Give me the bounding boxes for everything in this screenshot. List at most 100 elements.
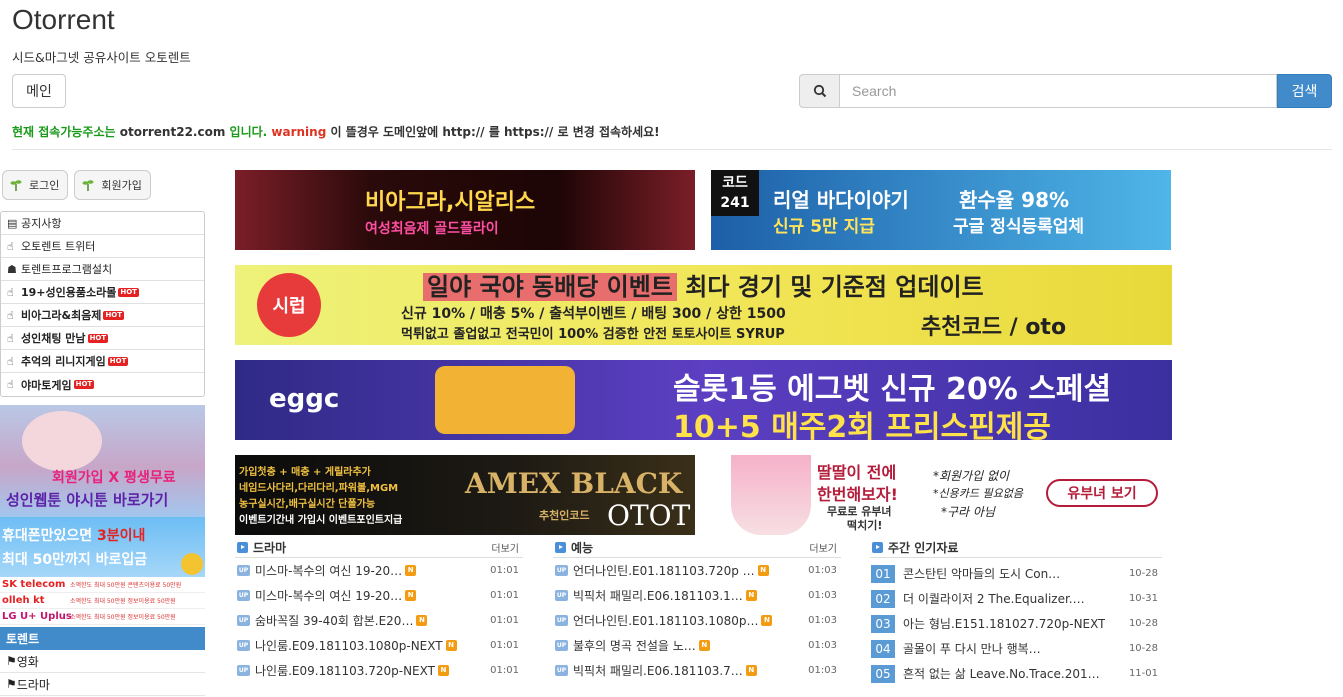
rank-badge: 05 <box>871 664 895 683</box>
list-item-date: 01:03 <box>808 590 837 601</box>
ad-line: 한번해보자! <box>817 485 898 504</box>
sidebar-menu-label: 성인채팅 만남 <box>21 332 86 345</box>
sidebar-menu-item[interactable]: ☝ 비아그라&최음제 HOT <box>1 304 204 327</box>
ad-banner-sea-story[interactable]: 코드 241 리얼 바다이야기 신규 5만 지급 환수율 98% 구글 정식등록업… <box>711 170 1171 250</box>
nav-item[interactable]: ⚑ 드라마 <box>0 673 205 696</box>
sidebar-menu-item[interactable]: ☝ 추억의 리니지게임 HOT <box>1 350 204 373</box>
sidebar-menu-item[interactable]: ▤ 공지사항 <box>1 212 204 235</box>
sidebar-menu-item[interactable]: ☝ 성인채팅 만남 HOT <box>1 327 204 350</box>
ad-line: 떡치기! <box>847 519 883 532</box>
ranked-list-item[interactable]: 02 더 이퀄라이저 2 The.Equalizer.… 10-31 <box>870 586 1162 611</box>
ad-banner-doll[interactable]: 딸딸이 전에 한번해보자! 무료로 유부녀 떡치기! *회원가입 없이 *신용카… <box>711 455 1171 535</box>
ad-banner-amex-black[interactable]: 가입첫충 + 매충 + 게릴라추가 네임드사다리,다리다리,파워볼,MGM 농구실시… <box>235 455 695 535</box>
play-square-icon <box>555 542 566 553</box>
flag-icon: ⚑ <box>6 654 17 668</box>
notice-text: 현재 접속가능주소는 <box>12 125 116 139</box>
new-badge: N <box>405 565 417 576</box>
sidebar-menu-label: 토렌트프로그램설치 <box>21 263 113 276</box>
ranked-list-item[interactable]: 05 흔적 없는 삶 Leave.No.Trace.201… 11-01 <box>870 661 1162 686</box>
sidebar-menu-label: 공지사항 <box>21 217 62 230</box>
search-button[interactable]: 검색 <box>1277 74 1332 108</box>
ranked-list-item[interactable]: 01 콘스탄틴 악마들의 도시 Con… 10-28 <box>870 561 1162 586</box>
ad-line: 리얼 바다이야기 <box>773 188 909 212</box>
list-item-date: 01:01 <box>490 640 519 651</box>
list-item-date: 01:01 <box>490 665 519 676</box>
thumb-icon: ☝ <box>7 354 14 368</box>
sidebar-menu-item[interactable]: ☗ 토렌트프로그램설치 <box>1 258 204 281</box>
list-item-date: 10-28 <box>1128 643 1158 654</box>
thumb-icon: ☝ <box>7 378 14 391</box>
more-link[interactable]: 더보기 <box>809 540 837 555</box>
list-item-date: 01:03 <box>808 640 837 651</box>
carrier-fine-print: 소액한도 최대 50만원 콘텐츠이용료 50만원 <box>70 582 182 589</box>
notice-text: 입니다. <box>229 125 268 139</box>
list-item-date: 10-31 <box>1128 593 1158 604</box>
ad-line: 추천인코드 <box>539 509 590 522</box>
ad-line: 성인웹툰 야시툰 바로가기 <box>6 491 169 509</box>
nav-item-torrent[interactable]: 토렌트 <box>0 627 205 650</box>
list-item[interactable]: UP 언더나인틴.E01.181103.720p … N 01:03 <box>553 558 841 583</box>
list-item-date: 10-28 <box>1128 568 1158 579</box>
ranked-list-item[interactable]: 03 아는 형님.E151.181027.720p-NEXT 10-28 <box>870 611 1162 636</box>
more-link[interactable]: 더보기 <box>491 540 519 555</box>
notice-http: http:// <box>442 125 485 139</box>
ad-banner-syrup[interactable]: 시럽 일야 국야 동배당 이벤트 최다 경기 및 기준점 업데이트 신규 10%… <box>235 265 1172 345</box>
list-title[interactable]: 예능 <box>571 539 593 556</box>
new-badge: N <box>745 590 757 601</box>
list-item[interactable]: UP 불후의 명곡 전설을 노… N 01:03 <box>553 633 841 658</box>
list-item-date: 10-28 <box>1128 618 1158 629</box>
ad-line: 먹튀없고 졸업없고 전국민이 100% 검증한 안전 토토사이트 SYRUP <box>401 327 785 342</box>
ad-line: 여성최음제 골드플라이 <box>365 221 499 237</box>
list-item-date: 01:03 <box>808 565 837 576</box>
list-item[interactable]: UP 빅픽처 패밀리.E06.181103.7… N 01:03 <box>553 658 841 683</box>
list-item-title: 언더나인틴.E01.181103.1080p… <box>573 614 759 628</box>
site-title[interactable]: Otorrent <box>12 4 115 36</box>
ad-banner-viagra[interactable]: 비아그라,시알리스 여성최음제 골드플라이 <box>235 170 695 250</box>
ranked-list-item[interactable]: 04 골몰이 푸 다시 만나 행복… 10-28 <box>870 636 1162 661</box>
webtoon-ad-banner[interactable]: 회원가입 X 평생무료 성인웹툰 야시툰 바로가기 <box>0 405 205 517</box>
hot-badge: HOT <box>73 380 95 389</box>
list-item[interactable]: UP 미스마-복수의 여신 19-20… N 01:01 <box>235 558 523 583</box>
list-title: 주간 인기자료 <box>888 541 959 555</box>
carrier-name: LG U+ Uplus <box>2 611 72 622</box>
nav-item[interactable]: ⚑ 영화 <box>0 650 205 673</box>
ad-illustration <box>731 455 811 535</box>
up-badge: UP <box>237 615 250 626</box>
list-item-title: 빅픽처 패밀리.E06.181103.1… <box>573 589 743 603</box>
new-badge: N <box>698 640 710 651</box>
list-item-date: 01:01 <box>490 615 519 626</box>
list-item[interactable]: UP 언더나인틴.E01.181103.1080p… N 01:03 <box>553 608 841 633</box>
notice-domain: otorrent22.com <box>119 125 226 139</box>
list-title[interactable]: 드라마 <box>253 539 286 556</box>
sidebar-menu-item[interactable]: ☝ 오토렌트 트위터 <box>1 235 204 258</box>
list-item[interactable]: UP 나인룸.E09.181103.1080p-NEXT N 01:01 <box>235 633 523 658</box>
site-subtitle: 시드&마그넷 공유사이트 오토렌트 <box>12 50 191 65</box>
ad-line: *회원가입 없이 <box>933 469 1010 483</box>
list-item-title: 미스마-복수의 여신 19-20… <box>255 564 403 578</box>
domain-notice: 현재 접속가능주소는 otorrent22.com 입니다. warning 이… <box>12 123 660 140</box>
sidebar-menu-label: 추억의 리니지게임 <box>21 355 106 368</box>
ad-line: 최대 50만까지 바로입금 <box>2 552 148 568</box>
list-item-title: 언더나인틴.E01.181103.720p … <box>573 564 755 578</box>
join-button[interactable]: 회원가입 <box>74 170 151 200</box>
ad-banner-eggbet[interactable]: eggc 슬롯1등 에그벳 신규 20% 스페셜 10+5 매주2회 프리스핀제… <box>235 360 1172 440</box>
ad-cta-button[interactable]: 유부녀 보기 <box>1046 479 1158 507</box>
list-item[interactable]: UP 숨바꼭질 39-40회 합본.E20… N 01:01 <box>235 608 523 633</box>
list-item-date: 01:01 <box>490 590 519 601</box>
list-item-title: 나인룸.E09.181103.1080p-NEXT <box>255 639 443 653</box>
main-button[interactable]: 메인 <box>12 74 66 108</box>
drama-list: 드라마 더보기 UP 미스마-복수의 여신 19-20… N 01:01 UP 미스마-복… <box>235 538 523 683</box>
sidebar-menu-item[interactable]: ☝ 19+성인용품소라몰 HOT <box>1 281 204 304</box>
list-item[interactable]: UP 나인룸.E09.181103.720p-NEXT N 01:01 <box>235 658 523 683</box>
phone-payment-ad-banner[interactable]: 휴대폰만있으면 3분이내 최대 50만까지 바로입금 SK telecom 소액한… <box>0 517 205 627</box>
login-button[interactable]: 로그인 <box>2 170 69 200</box>
thumb-icon: ☝ <box>7 285 14 299</box>
list-item[interactable]: UP 미스마-복수의 여신 19-20… N 01:01 <box>235 583 523 608</box>
sprout-icon <box>9 178 23 192</box>
ad-text: 241 <box>720 195 750 211</box>
list-item-title: 나인룸.E09.181103.720p-NEXT <box>255 664 435 678</box>
sidebar-menu-item[interactable]: ☝ 야마토게임 HOT <box>1 373 204 396</box>
search-input[interactable] <box>839 74 1277 108</box>
list-item[interactable]: UP 빅픽처 패밀리.E06.181103.1… N 01:03 <box>553 583 841 608</box>
login-label: 로그인 <box>29 179 60 192</box>
